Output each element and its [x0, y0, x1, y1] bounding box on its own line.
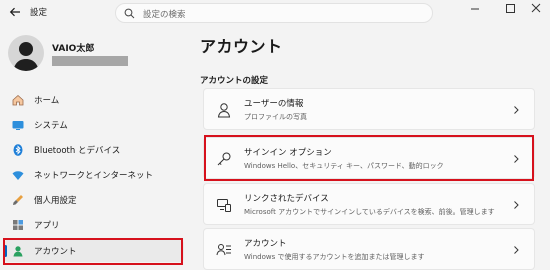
highlight-box-accounts	[3, 238, 183, 265]
sidebar-item-label: アプリ	[34, 221, 60, 231]
system-icon	[12, 121, 24, 130]
app-title: 設定	[30, 8, 48, 18]
sidebar-item-label: ホーム	[34, 96, 60, 106]
user-name: VAIO太郎	[52, 44, 95, 54]
section-title: アカウントの設定	[200, 76, 269, 86]
card-title: アカウント	[244, 239, 287, 249]
title-bar: 設定 設定の検索	[0, 0, 550, 26]
avatar[interactable]	[8, 35, 44, 71]
chevron-right-icon	[514, 246, 519, 254]
chevron-right-icon	[514, 201, 519, 209]
card-title: リンクされたデバイス	[244, 194, 329, 204]
bluetooth-icon	[13, 144, 23, 156]
brush-icon	[13, 195, 23, 205]
maximize-icon[interactable]	[495, 0, 525, 18]
sidebar-item-label: ネットワークとインターネット	[34, 171, 154, 181]
minimize-icon[interactable]	[460, 0, 490, 18]
card-subtitle: Windows で使用するアカウントを追加または管理します	[244, 253, 425, 261]
search-input[interactable]: 設定の検索	[115, 3, 433, 23]
sidebar-item-network[interactable]: ネットワークとインターネット	[4, 164, 184, 186]
card-accounts[interactable]: アカウント Windows で使用するアカウントを追加または管理します	[203, 228, 535, 270]
close-icon[interactable]	[522, 0, 550, 18]
user-avatar-icon	[13, 42, 39, 71]
wifi-icon	[12, 171, 24, 180]
sidebar-item-label: システム	[34, 121, 68, 131]
search-icon	[124, 8, 135, 19]
sidebar-item-system[interactable]: システム	[4, 114, 184, 136]
card-title: ユーザーの情報	[244, 99, 304, 109]
card-linked-devices[interactable]: リンクされたデバイス Microsoft アカウントでサインインしているデバイス…	[203, 183, 535, 225]
sidebar-item-apps[interactable]: アプリ	[4, 214, 184, 236]
home-icon	[12, 94, 24, 106]
chevron-right-icon	[514, 106, 519, 114]
apps-icon	[13, 220, 23, 230]
accounts-list-icon	[216, 244, 231, 256]
highlight-box-sign-in-options	[204, 135, 534, 181]
card-subtitle: プロファイルの写真	[244, 113, 307, 121]
sidebar-item-label: Bluetooth とデバイス	[34, 146, 121, 156]
sidebar-item-home[interactable]: ホーム	[4, 89, 184, 111]
user-email-redacted	[52, 56, 128, 66]
sidebar-item-personalization[interactable]: 個人用設定	[4, 189, 184, 211]
sidebar-item-bluetooth[interactable]: Bluetooth とデバイス	[4, 139, 184, 161]
page-title: アカウント	[200, 37, 283, 56]
devices-icon	[217, 199, 231, 212]
sidebar-item-label: 個人用設定	[34, 196, 77, 206]
back-arrow-icon[interactable]	[8, 5, 22, 19]
card-subtitle: Microsoft アカウントでサインインしているデバイスを検索、前後。管理しま…	[244, 208, 495, 216]
search-placeholder: 設定の検索	[143, 10, 186, 20]
card-user-info[interactable]: ユーザーの情報 プロファイルの写真	[203, 88, 535, 130]
person-icon	[217, 103, 231, 118]
